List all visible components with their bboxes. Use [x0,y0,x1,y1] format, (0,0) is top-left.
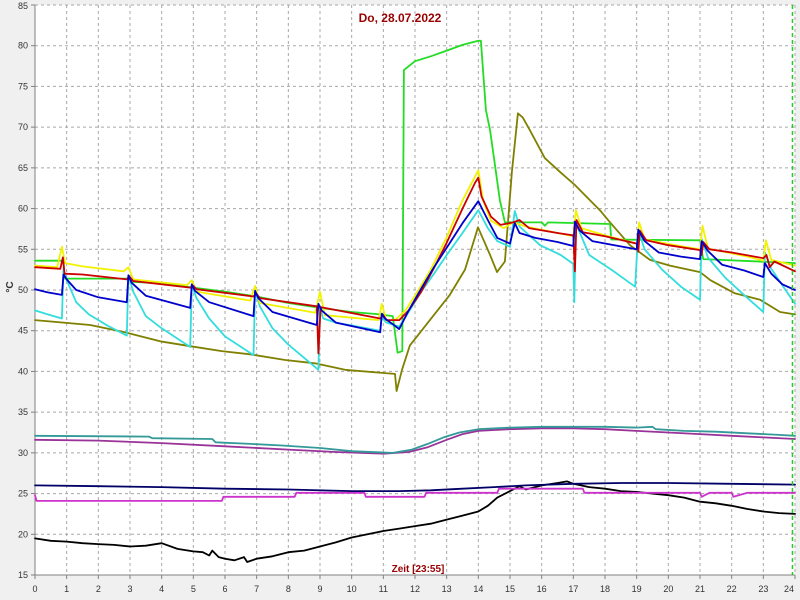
x-tick-label: 5 [191,584,196,594]
y-tick-label: 20 [18,529,28,539]
x-tick-label: 23 [758,584,768,594]
x-tick-label: 2 [96,584,101,594]
y-tick-label: 75 [18,81,28,91]
chart-title: Do, 28.07.2022 [359,11,442,25]
y-tick-label: 35 [18,407,28,417]
y-tick-label: 40 [18,366,28,376]
y-tick-label: 30 [18,448,28,458]
y-tick-label: 60 [18,204,28,214]
x-tick-label: 1 [64,584,69,594]
y-axis-title: °C [5,281,16,292]
y-tick-label: 65 [18,163,28,173]
y-tick-label: 85 [18,1,28,11]
x-tick-label: 22 [727,584,737,594]
x-tick-label: 8 [286,584,291,594]
x-tick-label: 15 [505,584,515,594]
x-tick-label: 12 [410,584,420,594]
x-tick-label: 20 [663,584,673,594]
y-tick-label: 50 [18,285,28,295]
x-tick-label: 4 [159,584,164,594]
y-tick-label: 45 [18,326,28,336]
x-tick-label: 19 [632,584,642,594]
temperature-chart: 0 1 2 3 4 5 6 7 8 9 10 11 12 13 14 15 16 17 18 19 20 21 22 23 24… [0,0,800,600]
x-tick-label: 6 [222,584,227,594]
x-tick-label: 9 [317,584,322,594]
y-tick-label: 55 [18,244,28,254]
x-tick-label: 11 [379,584,388,594]
x-axis-title: Zeit [23:55] [392,564,445,575]
x-tick-label: 16 [537,584,547,594]
x-tick-label: 10 [347,584,357,594]
x-tick-label: 18 [600,584,610,594]
x-tick-label: 17 [568,584,578,594]
x-tick-label: 24 [784,584,794,594]
y-tick-label: 70 [18,122,28,132]
y-tick-label: 80 [18,41,28,51]
x-tick-label: 3 [127,584,132,594]
x-tick-label: 14 [473,584,483,594]
y-tick-label: 25 [18,489,28,499]
x-tick-label: 13 [442,584,452,594]
x-tick-label: 0 [32,584,37,594]
x-tick-label: 7 [254,584,259,594]
x-tick-label: 21 [695,584,705,594]
y-tick-label: 15 [18,570,28,580]
